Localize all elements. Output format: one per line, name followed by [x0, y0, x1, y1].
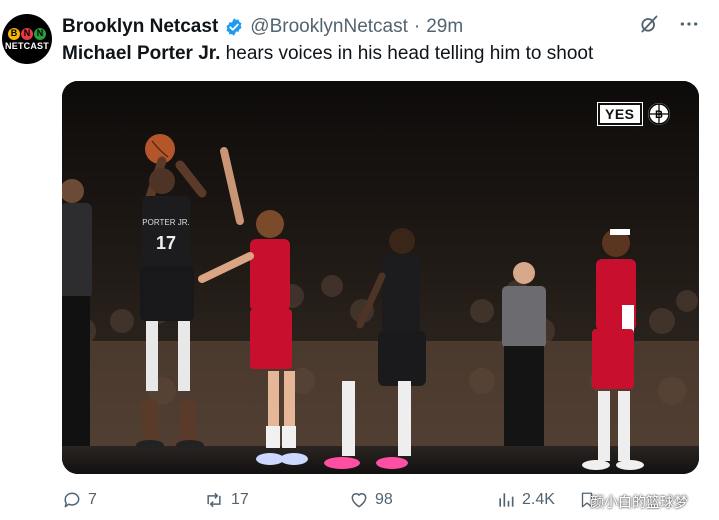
jersey-number: 17 [156, 233, 176, 253]
tweet-time[interactable]: 29m [426, 16, 463, 38]
referee-left [62, 179, 92, 446]
tweet-text: Michael Porter Jr. hears voices in his h… [62, 43, 593, 65]
avatar-brand: NETCAST [5, 40, 49, 51]
repost-button[interactable]: 17 [203, 490, 249, 510]
views-icon [499, 493, 514, 507]
reply-button[interactable]: 7 [62, 490, 97, 510]
referee-right [502, 262, 546, 446]
author-name[interactable]: Brooklyn Netcast [62, 16, 218, 38]
yes-network-logo: YES [597, 102, 643, 126]
views-button[interactable]: 2.4K [496, 490, 555, 510]
views-count: 2.4K [522, 491, 555, 508]
top-actions [639, 14, 699, 39]
watermark: 颜小白的篮球梦 [590, 494, 688, 510]
avatar-letter: B [8, 27, 20, 40]
svg-text:B: B [655, 109, 663, 121]
author-handle[interactable]: @BrooklynNetcast [250, 16, 408, 38]
avatar[interactable]: B N N NETCAST [2, 14, 52, 64]
heart-icon [351, 493, 367, 508]
avatar-letter: N [21, 27, 33, 40]
reply-count: 7 [88, 491, 97, 508]
verified-badge-icon [224, 17, 244, 37]
reply-icon [64, 492, 80, 508]
repost-count: 17 [231, 491, 249, 508]
tweet-header: Brooklyn Netcast @BrooklynNetcast · 29m [62, 16, 463, 38]
network-logo: YES B [597, 102, 670, 126]
tweet-media[interactable]: PORTER JR. 17 YES B [62, 81, 699, 474]
like-count: 98 [375, 491, 393, 508]
jersey-name: PORTER JR. [142, 218, 189, 227]
like-button[interactable]: 98 [349, 490, 393, 510]
avatar-letter: N [34, 27, 46, 40]
mention[interactable]: Michael Porter Jr. [62, 43, 220, 64]
tweet-text-body: hears voices in his head telling him to … [220, 43, 594, 64]
more-icon[interactable] [679, 14, 699, 39]
nets-logo-icon: B [647, 103, 670, 125]
repost-icon [207, 492, 221, 508]
avatar-dots: B N N [8, 27, 46, 40]
grok-icon[interactable] [639, 14, 659, 39]
media-scene: PORTER JR. 17 [62, 81, 699, 474]
separator: · [413, 16, 421, 37]
